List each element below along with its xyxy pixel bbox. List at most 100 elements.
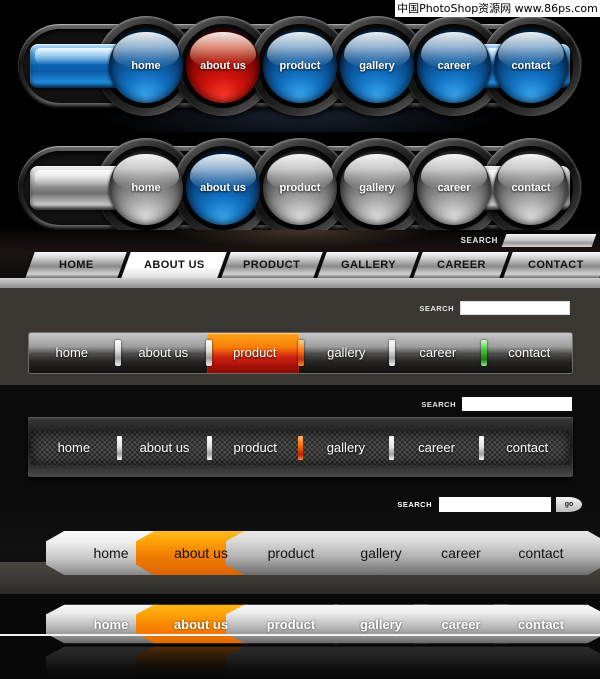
nav-orb-home[interactable]: home	[109, 151, 183, 225]
orb-label: contact	[511, 182, 551, 194]
nav-item-contact[interactable]: contact	[484, 431, 570, 465]
separator-orange	[297, 340, 304, 366]
tab-row: HOME ABOUT US PRODUCT GALLERY CAREER CON…	[25, 252, 600, 278]
separator	[114, 340, 121, 366]
organic-bulge-reflected-bar: home about us product gallery career con…	[0, 594, 600, 679]
bulge-label: gallery	[360, 545, 402, 561]
nav-orb-home[interactable]: home	[109, 29, 183, 103]
orb-label: home	[131, 182, 161, 194]
search-input[interactable]	[501, 234, 597, 247]
nav-item-gallery[interactable]: gallery	[303, 431, 389, 465]
search-input[interactable]	[439, 497, 551, 512]
nav-orb-gallery[interactable]: gallery	[340, 29, 414, 103]
tab-about-us[interactable]: ABOUT US	[121, 252, 227, 278]
nav-item-career[interactable]: career	[395, 333, 481, 373]
nav-bulge-contact[interactable]: contact	[476, 524, 600, 582]
orb-label: home	[131, 60, 161, 72]
tab-product[interactable]: PRODUCT	[221, 252, 323, 278]
nav-orb-gallery[interactable]: gallery	[340, 151, 414, 225]
search-label: SEARCH	[421, 399, 456, 409]
nav-orb-career[interactable]: career	[417, 29, 491, 103]
orb-label: product	[279, 60, 321, 72]
orb-label: contact	[511, 60, 551, 72]
search-group: SEARCH	[421, 397, 572, 411]
nav-item-product[interactable]: product	[212, 431, 298, 465]
orb-label: career	[437, 60, 471, 72]
nav-orb-product[interactable]: product	[263, 151, 337, 225]
nav-orb-contact[interactable]: contact	[494, 29, 568, 103]
bulge-label: about us	[173, 616, 229, 632]
carbon-fiber-bar: SEARCH home about us product gallery car…	[0, 385, 600, 484]
silver-orb-bar: home about us product gallery career con…	[0, 132, 600, 238]
nav-orb-contact[interactable]: contact	[494, 151, 568, 225]
search-input[interactable]	[462, 397, 572, 411]
search-input[interactable]	[460, 301, 570, 315]
organic-bulge-bar: SEARCH go home about us product gallery …	[0, 484, 600, 594]
orb-row-blue: home about us product gallery career con…	[18, 16, 582, 116]
orb-label: gallery	[359, 182, 395, 194]
reflection-mirror	[0, 642, 600, 679]
orb-label: about us	[200, 60, 246, 72]
bulge-row: home about us product gallery career con…	[0, 524, 600, 582]
watermark-text: 中国PhotoShop资源网 www.86ps.com	[395, 0, 600, 17]
tab-label: HOME	[58, 259, 94, 271]
tab-label: CAREER	[436, 259, 486, 271]
nav-orb-about-us[interactable]: about us	[186, 29, 260, 103]
nav-item-home[interactable]: home	[29, 333, 115, 373]
tab-career[interactable]: CAREER	[413, 252, 509, 278]
search-label: SEARCH	[419, 303, 454, 313]
bulge-row: home about us product gallery career con…	[0, 600, 600, 648]
nav-item-contact[interactable]: contact	[487, 333, 573, 373]
bulge-label: contact	[517, 616, 565, 632]
tab-baseline	[0, 278, 600, 288]
gray-panel-bar: SEARCH home about us product gallery car…	[0, 288, 600, 385]
orb-label: career	[437, 182, 471, 194]
nav-orb-career[interactable]: career	[417, 151, 491, 225]
orb-label: gallery	[359, 60, 395, 72]
reflection-line	[0, 634, 600, 636]
nav-orb-about-us[interactable]: about us	[186, 151, 260, 225]
search-group: SEARCH	[419, 301, 570, 315]
chrome-slant-tab-bar: SEARCH HOME ABOUT US PRODUCT GALLERY CAR…	[0, 230, 600, 288]
bulge-label: home	[93, 616, 129, 632]
bulge-label: home	[93, 545, 129, 561]
reflection-area	[0, 642, 600, 679]
bulge-label: product	[266, 616, 316, 632]
nav-item-product[interactable]: product	[212, 333, 298, 373]
orb-label: about us	[200, 182, 246, 194]
bulge-label: gallery	[360, 616, 402, 632]
separator-green	[480, 340, 487, 366]
go-button[interactable]: go	[556, 497, 582, 512]
reflection-bulge	[476, 642, 600, 679]
tab-label: PRODUCT	[243, 259, 301, 271]
tab-label: CONTACT	[528, 259, 584, 271]
nav-item-home[interactable]: home	[31, 431, 117, 465]
nav-strip: home about us product gallery career con…	[28, 332, 573, 374]
nav-item-about-us[interactable]: about us	[122, 431, 208, 465]
bulge-label: career	[441, 545, 481, 561]
nav-item-gallery[interactable]: gallery	[304, 333, 390, 373]
orb-row-silver: home about us product gallery career con…	[18, 138, 582, 238]
nav-item-career[interactable]: career	[394, 431, 480, 465]
separator	[389, 340, 395, 366]
glossy-blue-orb-bar: home about us product gallery career con…	[0, 0, 600, 132]
tab-gallery[interactable]: GALLERY	[317, 252, 419, 278]
search-group: SEARCH	[460, 234, 597, 247]
nav-frame: home about us product gallery career con…	[28, 417, 573, 477]
orb-label: product	[279, 182, 321, 194]
nav-bulge-contact[interactable]: contact	[476, 600, 600, 648]
nav-orb-product[interactable]: product	[263, 29, 337, 103]
tab-home[interactable]: HOME	[25, 252, 127, 278]
bulge-label: about us	[174, 545, 228, 561]
tab-label: GALLERY	[340, 259, 396, 271]
tab-label: ABOUT US	[143, 259, 205, 271]
bulge-label: contact	[518, 545, 564, 561]
nav-strip: home about us product gallery career con…	[31, 431, 570, 465]
separator	[206, 340, 212, 366]
nav-item-about-us[interactable]: about us	[121, 333, 207, 373]
bulge-label: career	[441, 616, 481, 632]
search-label: SEARCH	[397, 500, 432, 509]
search-label: SEARCH	[460, 236, 498, 245]
tab-contact[interactable]: CONTACT	[503, 252, 600, 278]
bulge-label: product	[267, 545, 315, 561]
